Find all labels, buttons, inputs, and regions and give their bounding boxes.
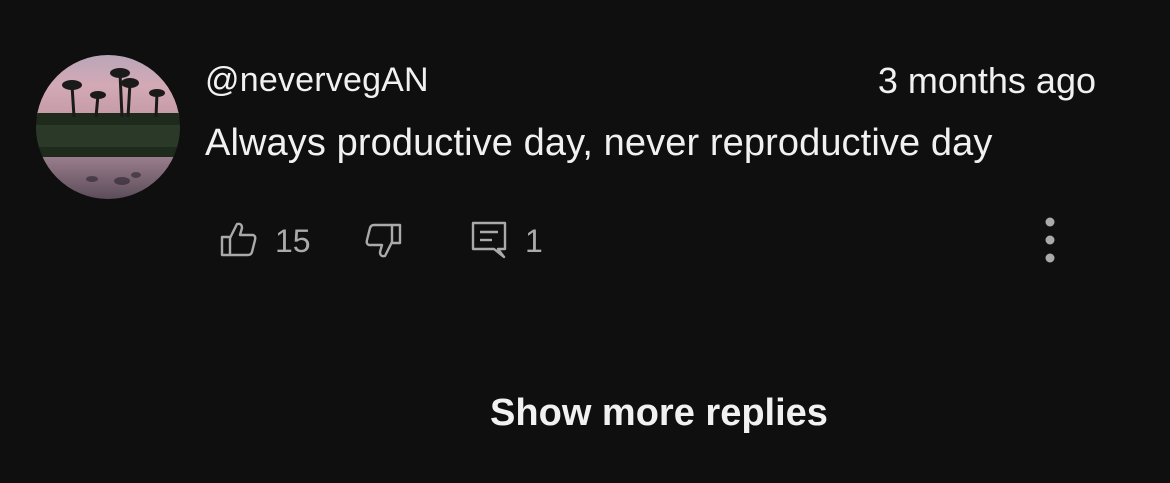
show-more-replies-button[interactable]: Show more replies xyxy=(0,390,1170,436)
dislike-button[interactable] xyxy=(362,219,404,261)
reply-button[interactable] xyxy=(468,219,510,261)
thumbs-up-icon xyxy=(220,222,257,257)
comment-author[interactable]: @nevervegAN xyxy=(205,60,429,100)
comment-thread: @nevervegAN 3 months ago Always producti… xyxy=(0,0,1170,483)
reply-count: 1 xyxy=(525,223,543,259)
more-vertical-icon xyxy=(1045,217,1055,263)
like-count: 15 xyxy=(275,223,311,259)
avatar[interactable] xyxy=(36,55,180,199)
comment-icon xyxy=(471,221,507,259)
avatar-image xyxy=(36,55,180,199)
comment-timestamp: 3 months ago xyxy=(877,60,1096,101)
thumbs-down-icon xyxy=(365,223,402,258)
like-button[interactable] xyxy=(218,219,260,261)
comment-text: Always productive day, never reproductiv… xyxy=(205,122,993,164)
more-options-button[interactable] xyxy=(1030,214,1070,268)
